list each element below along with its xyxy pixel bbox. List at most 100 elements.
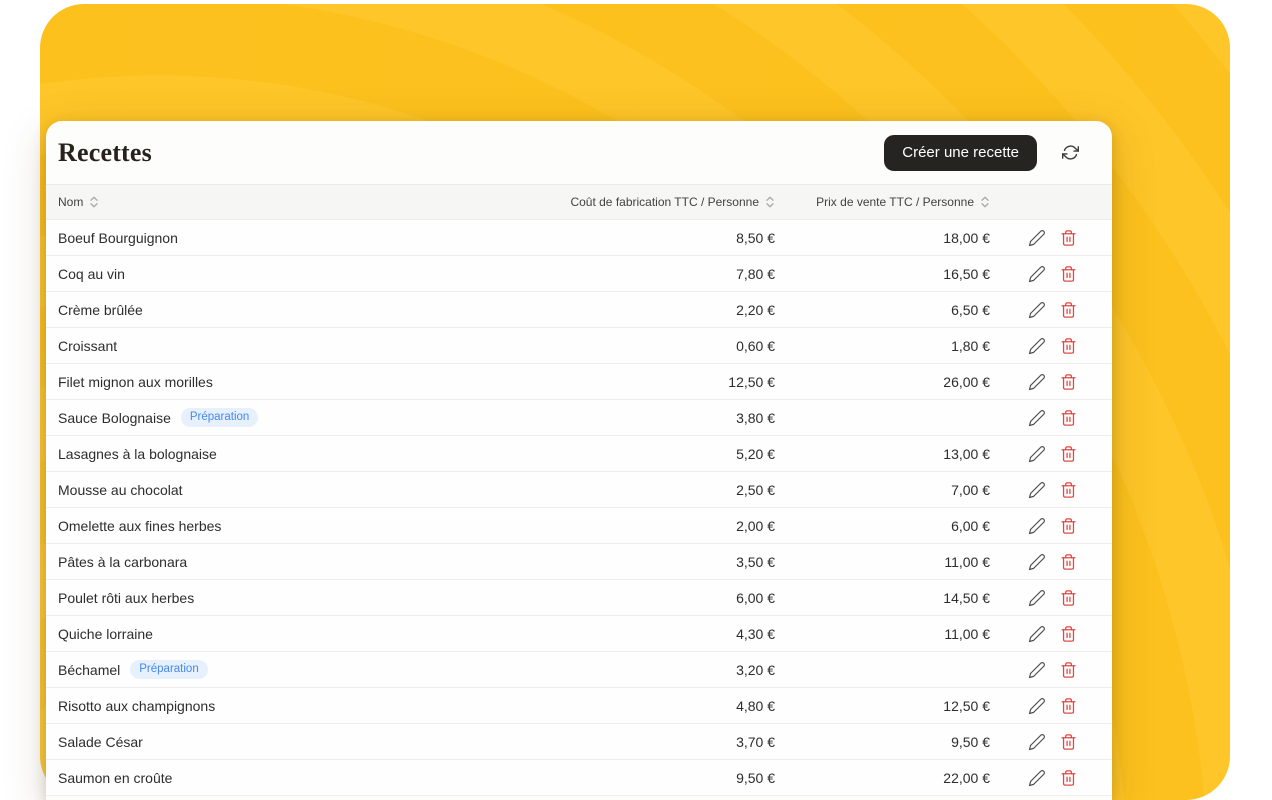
price-value: 16,50 € [775, 266, 990, 282]
row-actions [990, 661, 1112, 679]
price-value: 6,50 € [775, 302, 990, 318]
price-value: 18,00 € [775, 230, 990, 246]
delete-button[interactable] [1060, 301, 1077, 319]
delete-button[interactable] [1060, 409, 1077, 427]
trash-icon [1060, 481, 1077, 499]
recipe-name-cell: Coq au vin [46, 266, 545, 282]
column-header-cost[interactable]: Coût de fabrication TTC / Personne [545, 195, 775, 209]
edit-button[interactable] [1028, 265, 1046, 283]
edit-button[interactable] [1028, 445, 1046, 463]
delete-button[interactable] [1060, 589, 1077, 607]
delete-button[interactable] [1060, 769, 1077, 787]
edit-button[interactable] [1028, 733, 1046, 751]
trash-icon [1060, 733, 1077, 751]
column-header-price-label: Prix de vente TTC / Personne [816, 195, 974, 209]
delete-button[interactable] [1060, 481, 1077, 499]
pencil-icon [1028, 661, 1046, 679]
delete-button[interactable] [1060, 697, 1077, 715]
cost-value: 3,50 € [545, 554, 775, 570]
edit-button[interactable] [1028, 301, 1046, 319]
edit-button[interactable] [1028, 481, 1046, 499]
recipe-name: Pâtes à la carbonara [58, 554, 187, 570]
recipe-name-cell: Salade César [46, 734, 545, 750]
table-body: Boeuf Bourguignon 8,50 € 18,00 € [46, 220, 1112, 796]
table-row: Filet mignon aux morilles 12,50 € 26,00 … [46, 364, 1112, 400]
recipe-name-cell: Pâtes à la carbonara [46, 554, 545, 570]
edit-button[interactable] [1028, 517, 1046, 535]
edit-button[interactable] [1028, 769, 1046, 787]
delete-button[interactable] [1060, 517, 1077, 535]
edit-button[interactable] [1028, 373, 1046, 391]
delete-button[interactable] [1060, 337, 1077, 355]
delete-button[interactable] [1060, 553, 1077, 571]
trash-icon [1060, 517, 1077, 535]
recipe-name-cell: Saumon en croûte [46, 770, 545, 786]
recipe-name: Sauce Bolognaise [58, 410, 171, 426]
pencil-icon [1028, 373, 1046, 391]
delete-button[interactable] [1060, 661, 1077, 679]
row-actions [990, 625, 1112, 643]
price-value: 22,00 € [775, 770, 990, 786]
trash-icon [1060, 337, 1077, 355]
column-header-name[interactable]: Nom [46, 195, 545, 209]
recipe-name: Boeuf Bourguignon [58, 230, 178, 246]
cost-value: 4,30 € [545, 626, 775, 642]
recipe-name-cell: Quiche lorraine [46, 626, 545, 642]
pencil-icon [1028, 265, 1046, 283]
recipes-card: Recettes Créer une recette Nom Coût de f… [46, 121, 1112, 800]
recipe-name: Risotto aux champignons [58, 698, 215, 714]
recipe-name-cell: Sauce Bolognaise Préparation [46, 408, 545, 427]
price-value: 13,00 € [775, 446, 990, 462]
trash-icon [1060, 553, 1077, 571]
pencil-icon [1028, 301, 1046, 319]
column-header-price[interactable]: Prix de vente TTC / Personne [775, 195, 990, 209]
delete-button[interactable] [1060, 625, 1077, 643]
row-actions [990, 589, 1112, 607]
edit-button[interactable] [1028, 229, 1046, 247]
edit-button[interactable] [1028, 553, 1046, 571]
cost-value: 6,00 € [545, 590, 775, 606]
recipe-name-cell: Poulet rôti aux herbes [46, 590, 545, 606]
delete-button[interactable] [1060, 445, 1077, 463]
refresh-icon[interactable] [1062, 144, 1079, 161]
edit-button[interactable] [1028, 409, 1046, 427]
edit-button[interactable] [1028, 661, 1046, 679]
price-value: 12,50 € [775, 698, 990, 714]
table-row: Sauce Bolognaise Préparation 3,80 € [46, 400, 1112, 436]
page-title: Recettes [58, 138, 152, 168]
pencil-icon [1028, 733, 1046, 751]
edit-button[interactable] [1028, 337, 1046, 355]
recipe-name: Béchamel [58, 662, 120, 678]
column-header-cost-label: Coût de fabrication TTC / Personne [570, 195, 759, 209]
delete-button[interactable] [1060, 733, 1077, 751]
delete-button[interactable] [1060, 265, 1077, 283]
preparation-badge: Préparation [130, 660, 207, 679]
recipe-name: Lasagnes à la bolognaise [58, 446, 217, 462]
cost-value: 0,60 € [545, 338, 775, 354]
delete-button[interactable] [1060, 229, 1077, 247]
edit-button[interactable] [1028, 589, 1046, 607]
recipe-name: Omelette aux fines herbes [58, 518, 221, 534]
delete-button[interactable] [1060, 373, 1077, 391]
trash-icon [1060, 373, 1077, 391]
create-recipe-button[interactable]: Créer une recette [884, 135, 1037, 171]
pencil-icon [1028, 625, 1046, 643]
pencil-icon [1028, 445, 1046, 463]
table-row: Quiche lorraine 4,30 € 11,00 € [46, 616, 1112, 652]
table-row: Pâtes à la carbonara 3,50 € 11,00 € [46, 544, 1112, 580]
recipe-name-cell: Boeuf Bourguignon [46, 230, 545, 246]
trash-icon [1060, 697, 1077, 715]
row-actions [990, 733, 1112, 751]
sort-chevrons-icon [89, 195, 99, 209]
pencil-icon [1028, 589, 1046, 607]
cost-value: 3,20 € [545, 662, 775, 678]
row-actions [990, 517, 1112, 535]
price-value: 6,00 € [775, 518, 990, 534]
table-header: Nom Coût de fabrication TTC / Personne P… [46, 184, 1112, 220]
pencil-icon [1028, 769, 1046, 787]
price-value: 26,00 € [775, 374, 990, 390]
row-actions [990, 373, 1112, 391]
cost-value: 3,70 € [545, 734, 775, 750]
edit-button[interactable] [1028, 697, 1046, 715]
edit-button[interactable] [1028, 625, 1046, 643]
